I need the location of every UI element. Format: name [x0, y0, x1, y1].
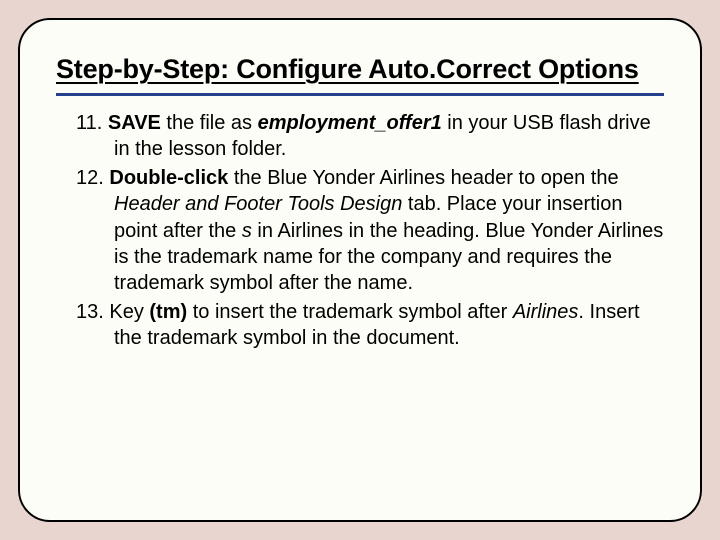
title-divider	[56, 93, 664, 96]
step-13: 13. Key (tm) to insert the trademark sym…	[56, 299, 664, 352]
step-text: Airlines	[513, 301, 579, 323]
step-text: Header and Footer Tools Design	[114, 193, 402, 215]
step-text: Double-click	[109, 167, 228, 189]
step-text: employment_offer1	[258, 112, 442, 134]
step-number: 11.	[76, 112, 102, 134]
step-number: 13.	[76, 301, 104, 323]
page-title: Step-by-Step: Configure Auto.Correct Opt…	[56, 54, 664, 85]
slide: Step-by-Step: Configure Auto.Correct Opt…	[0, 0, 720, 540]
step-list: 11. SAVE the file as employment_offer1 i…	[56, 110, 664, 352]
step-text: Key	[104, 301, 150, 323]
step-text: (tm)	[149, 301, 187, 323]
step-11: 11. SAVE the file as employment_offer1 i…	[56, 110, 664, 163]
step-text: the Blue Yonder Airlines header to open …	[228, 167, 618, 189]
step-text: to insert the trademark symbol after	[187, 301, 513, 323]
content-panel: Step-by-Step: Configure Auto.Correct Opt…	[18, 18, 702, 522]
step-text: the file as	[161, 112, 258, 134]
step-12: 12. Double-click the Blue Yonder Airline…	[56, 165, 664, 297]
step-text: SAVE	[108, 112, 161, 134]
step-number: 12.	[76, 167, 104, 189]
step-text: s	[242, 220, 252, 242]
